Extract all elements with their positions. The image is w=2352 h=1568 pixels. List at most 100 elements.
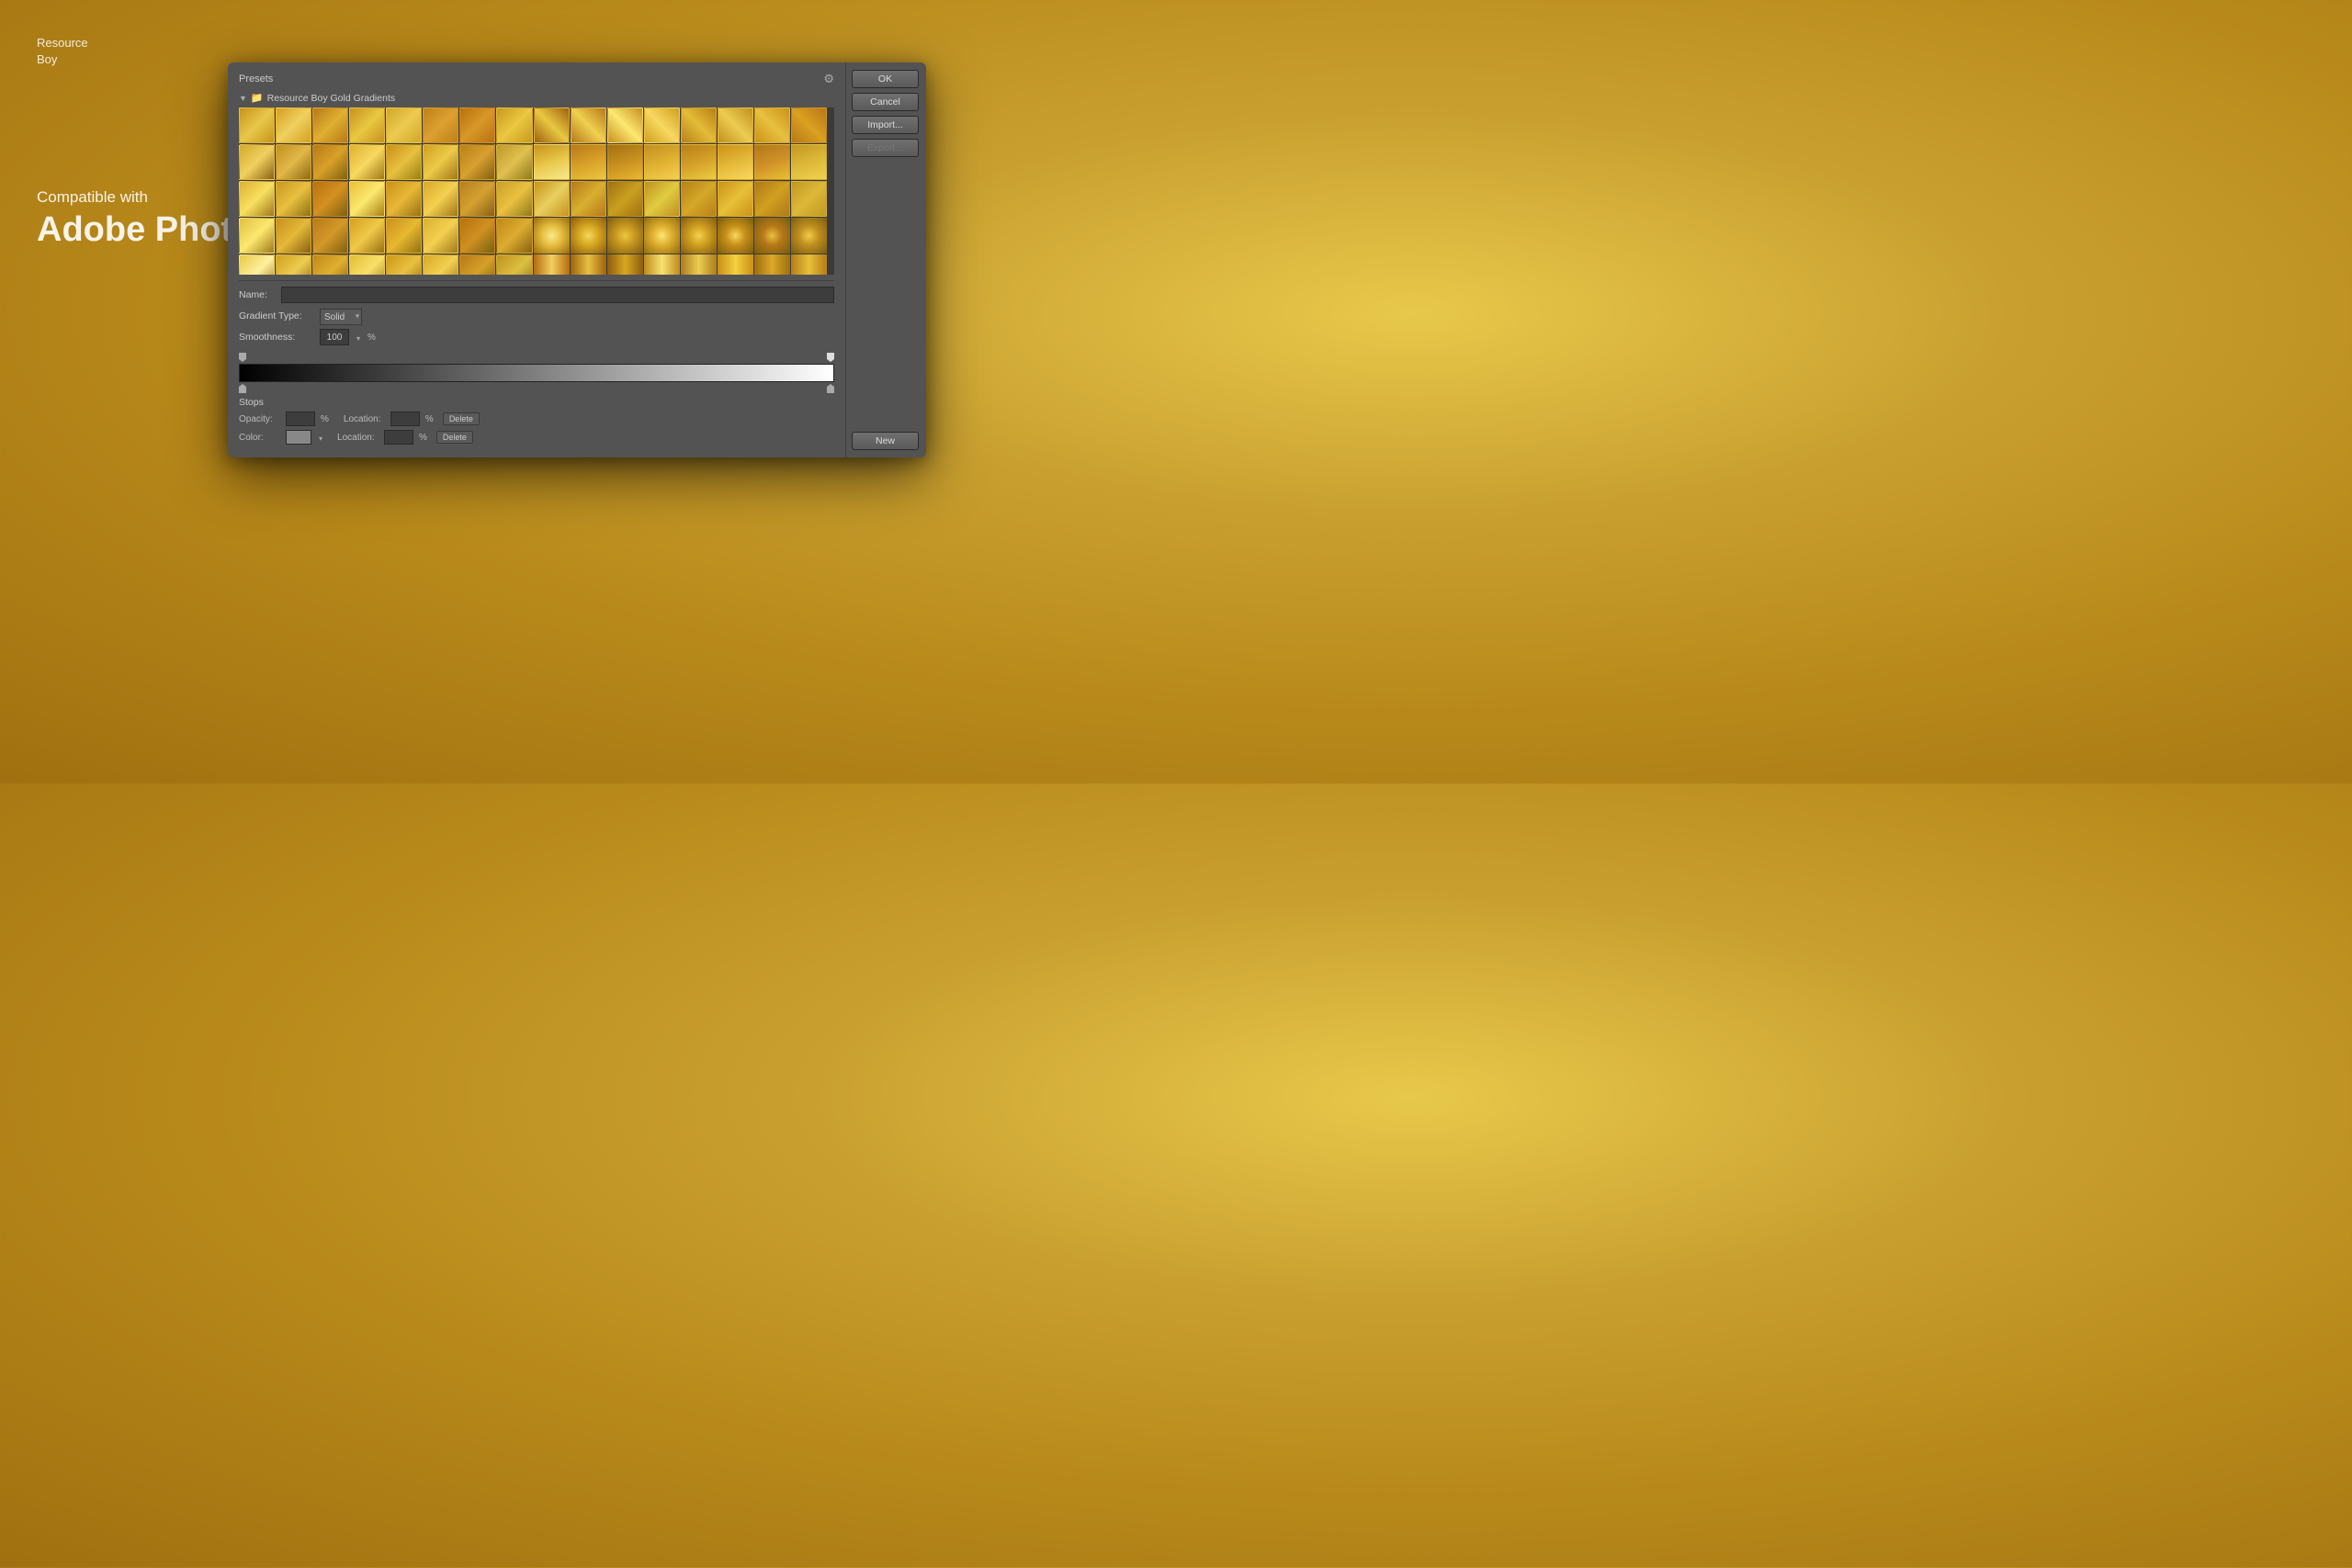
- gradient-cell[interactable]: [386, 254, 422, 274]
- gradient-cell[interactable]: [534, 144, 570, 180]
- gradient-cell[interactable]: [791, 218, 827, 254]
- gradient-cell[interactable]: [239, 254, 275, 274]
- gradient-cell[interactable]: [681, 181, 717, 217]
- gradient-cell[interactable]: [276, 218, 311, 254]
- gradient-cell[interactable]: [644, 254, 680, 274]
- gradient-cell[interactable]: [644, 218, 680, 254]
- gradient-cell[interactable]: [459, 218, 495, 254]
- opacity-input[interactable]: [286, 412, 315, 426]
- folder-row[interactable]: ▼ 📁 Resource Boy Gold Gradients: [239, 92, 834, 104]
- export-button[interactable]: Export...: [852, 139, 919, 157]
- color-location-input[interactable]: [384, 430, 413, 445]
- gradient-cell[interactable]: [386, 107, 422, 143]
- gradient-cell[interactable]: [312, 181, 348, 217]
- gradient-cell[interactable]: [349, 144, 385, 180]
- gradient-cell[interactable]: [239, 218, 275, 254]
- gradient-cell[interactable]: [459, 144, 495, 180]
- gradient-cell[interactable]: [681, 144, 717, 180]
- gradient-cell[interactable]: [423, 107, 458, 143]
- gradient-cell[interactable]: [423, 181, 458, 217]
- gradient-cell[interactable]: [644, 144, 680, 180]
- gradient-type-select[interactable]: Solid Noise: [320, 309, 362, 325]
- gradient-cell[interactable]: [276, 181, 311, 217]
- gradient-cell[interactable]: [754, 107, 790, 143]
- name-input[interactable]: [281, 287, 834, 303]
- gradient-cell[interactable]: [496, 181, 532, 217]
- gradient-cell[interactable]: [607, 144, 643, 180]
- gradient-cell[interactable]: [496, 144, 532, 180]
- gradient-cell[interactable]: [349, 254, 385, 274]
- gradient-cell[interactable]: [459, 254, 495, 274]
- gradient-cell[interactable]: [312, 218, 348, 254]
- gradient-cell[interactable]: [607, 218, 643, 254]
- gradient-cell[interactable]: [718, 181, 753, 217]
- gradient-stop-handle-left[interactable]: [239, 353, 246, 362]
- gradient-cell[interactable]: [386, 144, 422, 180]
- gradient-cell[interactable]: [791, 144, 827, 180]
- gradient-cell[interactable]: [459, 107, 495, 143]
- gradient-cell[interactable]: [571, 181, 606, 217]
- gradient-cell[interactable]: [312, 144, 348, 180]
- gradient-cell[interactable]: [276, 254, 311, 274]
- gradient-cell[interactable]: [607, 181, 643, 217]
- color-swatch[interactable]: [286, 430, 311, 445]
- gradient-cell[interactable]: [423, 254, 458, 274]
- delete-color-stop-button[interactable]: Delete: [436, 431, 473, 444]
- gradient-cell[interactable]: [607, 254, 643, 274]
- new-button[interactable]: New: [852, 432, 919, 450]
- gradient-cell[interactable]: [459, 181, 495, 217]
- import-button[interactable]: Import...: [852, 116, 919, 134]
- gradient-cell[interactable]: [571, 144, 606, 180]
- gear-icon[interactable]: ⚙: [823, 72, 834, 86]
- opacity-location-input[interactable]: [390, 412, 420, 426]
- gradient-cell[interactable]: [571, 218, 606, 254]
- gradient-cell[interactable]: [681, 107, 717, 143]
- gradient-color-handle-left[interactable]: [239, 384, 246, 393]
- gradient-cell[interactable]: [754, 218, 790, 254]
- gradient-cell[interactable]: [386, 218, 422, 254]
- gradient-cell[interactable]: [312, 254, 348, 274]
- gradient-cell[interactable]: [534, 107, 570, 143]
- gradient-cell[interactable]: [681, 254, 717, 274]
- gradient-cell[interactable]: [276, 144, 311, 180]
- gradient-cell[interactable]: [239, 144, 275, 180]
- gradient-cell[interactable]: [534, 254, 570, 274]
- gradient-cell[interactable]: [312, 107, 348, 143]
- gradient-cell[interactable]: [386, 181, 422, 217]
- gradient-cell[interactable]: [718, 254, 753, 274]
- gradient-cell[interactable]: [607, 107, 643, 143]
- gradient-color-handle-right[interactable]: [827, 384, 834, 393]
- gradient-cell[interactable]: [791, 254, 827, 274]
- gradient-cell[interactable]: [349, 107, 385, 143]
- smoothness-input[interactable]: [320, 329, 349, 345]
- gradient-preview-bar[interactable]: [239, 364, 834, 382]
- gradient-cell[interactable]: [754, 144, 790, 180]
- gradient-cell[interactable]: [349, 181, 385, 217]
- gradient-cell[interactable]: [718, 107, 753, 143]
- gradient-cell[interactable]: [718, 144, 753, 180]
- gradient-cell[interactable]: [571, 107, 606, 143]
- gradient-cell[interactable]: [239, 181, 275, 217]
- gradient-cell[interactable]: [571, 254, 606, 274]
- ok-button[interactable]: OK: [852, 70, 919, 88]
- gradient-cell[interactable]: [791, 107, 827, 143]
- gradient-cell[interactable]: [534, 181, 570, 217]
- gradient-cell[interactable]: [681, 218, 717, 254]
- gradient-cell[interactable]: [496, 218, 532, 254]
- gradient-cell[interactable]: [644, 181, 680, 217]
- gradient-cell[interactable]: [644, 107, 680, 143]
- gradient-cell[interactable]: [423, 218, 458, 254]
- gradient-cell[interactable]: [754, 181, 790, 217]
- cancel-button[interactable]: Cancel: [852, 93, 919, 111]
- gradient-cell[interactable]: [239, 107, 275, 143]
- gradient-stop-handle-right[interactable]: [827, 353, 834, 362]
- gradient-cell[interactable]: [496, 107, 532, 143]
- gradient-cell[interactable]: [791, 181, 827, 217]
- gradient-cell[interactable]: [754, 254, 790, 274]
- delete-opacity-stop-button[interactable]: Delete: [443, 412, 480, 425]
- gradient-cell[interactable]: [276, 107, 311, 143]
- gradient-cell[interactable]: [534, 218, 570, 254]
- gradient-cell[interactable]: [718, 218, 753, 254]
- gradient-cell[interactable]: [423, 144, 458, 180]
- gradient-cell[interactable]: [349, 218, 385, 254]
